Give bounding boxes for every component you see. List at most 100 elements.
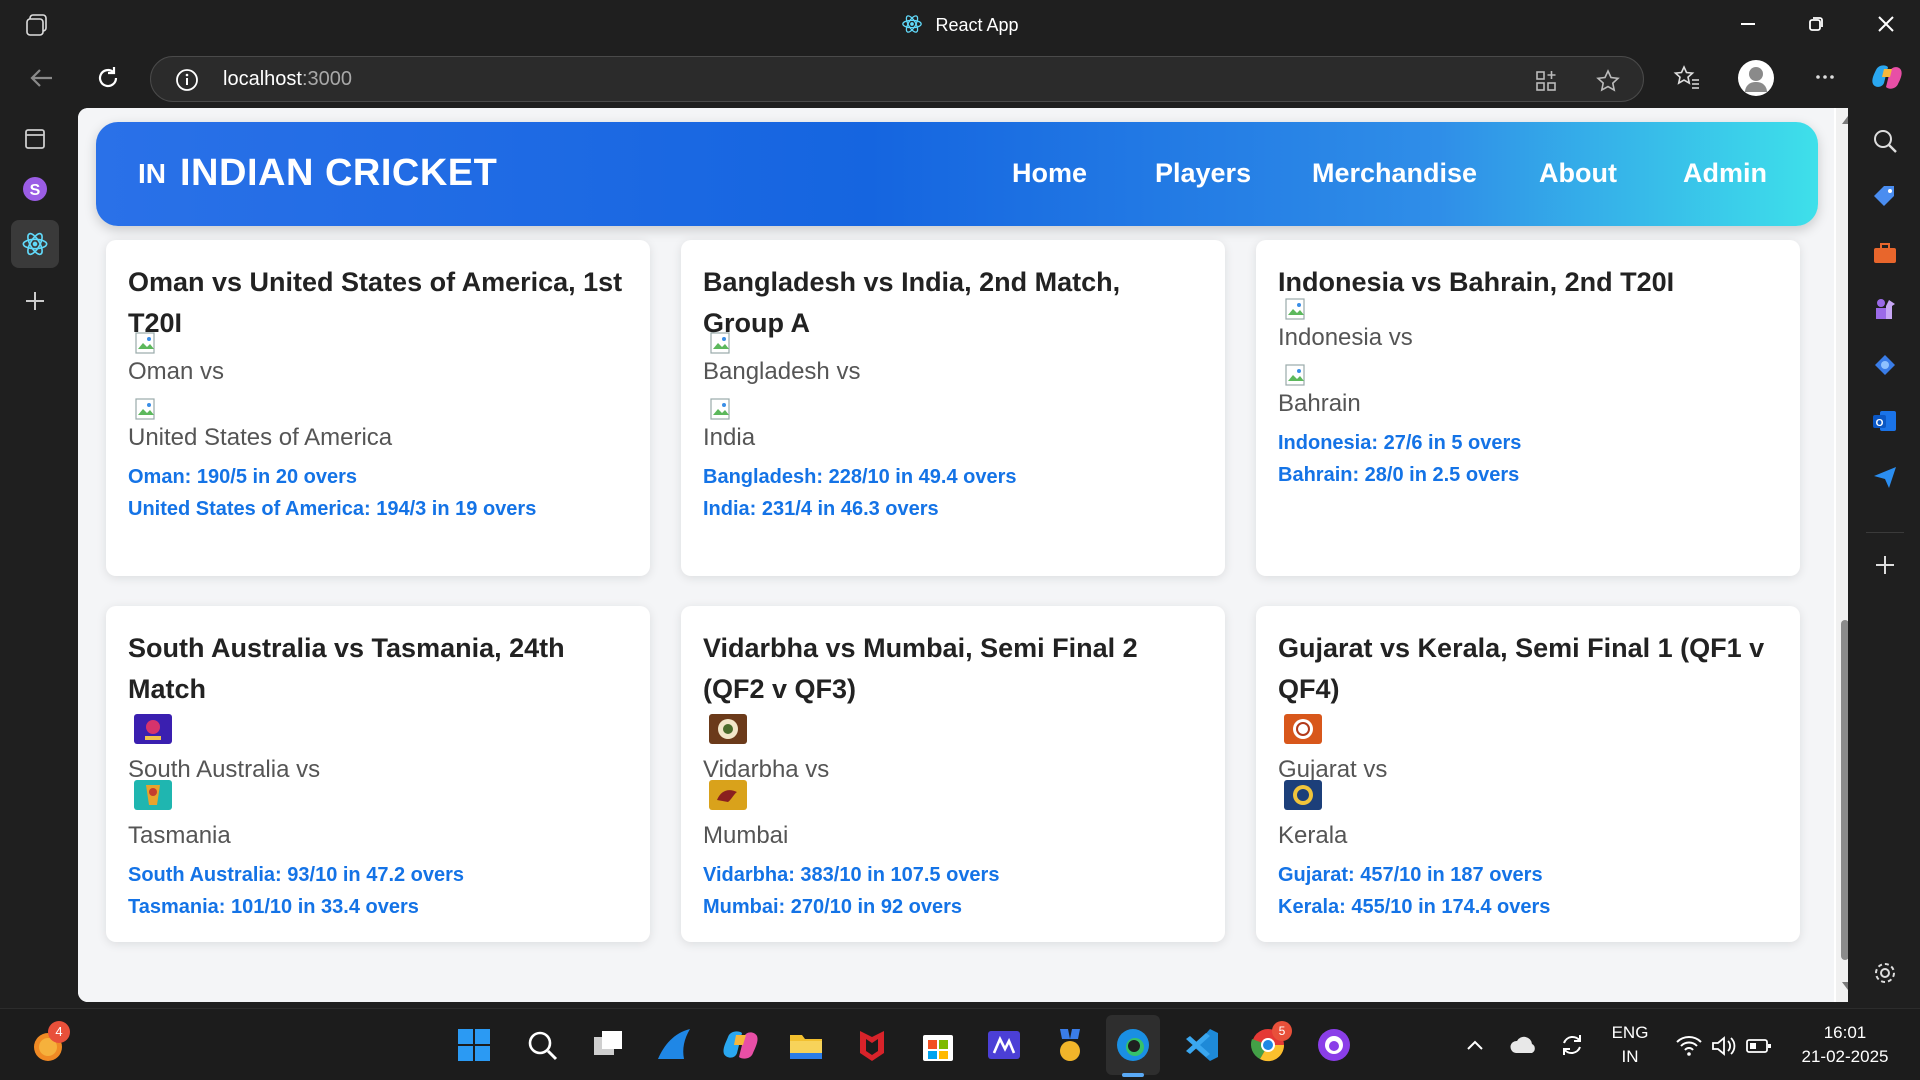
team-2-score: Mumbai: 270/10 in 92 overs [703,896,963,918]
github-icon[interactable] [1314,1025,1354,1065]
url-port: :3000 [301,68,352,90]
team-2-score: United States of America: 194/3 in 19 ov… [128,498,537,520]
site-info-icon[interactable] [175,68,199,92]
settings-gear-icon[interactable] [1870,958,1900,988]
broken-image-icon [1285,298,1305,320]
team-2-score: India: 231/4 in 46.3 overs [703,498,939,520]
restore-icon[interactable] [1802,10,1830,38]
team-2-score: Bahrain: 28/0 in 2.5 overs [1278,464,1520,486]
sync-icon[interactable] [1556,1029,1588,1061]
onedrive-cloud-icon[interactable] [1508,1029,1540,1061]
brand-flag: IN [138,158,166,189]
team-1-score: South Australia: 93/10 in 47.2 overs [128,864,465,886]
close-icon[interactable] [1872,10,1900,38]
broken-image-icon [710,398,730,420]
send-icon[interactable] [1870,462,1900,492]
app-m-icon[interactable] [984,1025,1024,1065]
games-chess-icon[interactable] [1870,294,1900,324]
team-2-score: Kerala: 455/10 in 174.4 overs [1278,896,1551,918]
window-title: React App [0,13,1920,36]
nav-players[interactable]: Players [1155,158,1251,189]
minimize-icon[interactable] [1734,10,1762,38]
match-card[interactable]: Indonesia vs Bahrain, 2nd T20I Indonesia… [1256,240,1800,576]
match-card[interactable]: Gujarat vs Kerala, Semi Final 1 (QF1 v Q… [1256,606,1800,942]
match-card[interactable]: Bangladesh vs India, 2nd Match, Group A … [681,240,1225,576]
edge-browser-icon[interactable] [1113,1025,1153,1065]
broken-image-icon [135,332,155,354]
refresh-icon[interactable] [92,62,124,94]
team-1-score: Oman: 190/5 in 20 overs [128,466,358,488]
broken-image-icon [710,332,730,354]
windows-taskbar: 4 5 ENG IN 16:01 21-02-2025 [0,1008,1920,1080]
wifi-icon[interactable] [1674,1031,1704,1061]
tasmania-logo [134,780,172,810]
add-sidebar-app-icon[interactable] [1870,550,1900,580]
address-bar[interactable]: localhost:3000 [150,56,1644,102]
site-brand[interactable]: IN INDIAN CRICKET [138,152,497,195]
team-1-score: Vidarbha: 383/10 in 107.5 overs [703,864,1000,886]
match-card[interactable]: Vidarbha vs Mumbai, Semi Final 2 (QF2 v … [681,606,1225,942]
tray-chevron-up-icon[interactable] [1460,1031,1490,1061]
team-2-name: Mumbai [703,822,789,849]
file-explorer-icon[interactable] [786,1025,826,1065]
favorites-icon[interactable] [1672,62,1702,92]
team-1-score: Indonesia: 27/6 in 5 overs [1278,432,1522,454]
shopping-tag-icon[interactable] [1870,182,1900,212]
more-menu-icon[interactable] [1810,62,1840,92]
microsoft-store-icon[interactable] [918,1025,958,1065]
outlook-icon[interactable]: O [1870,406,1900,436]
notification-badge: 4 [48,1021,70,1043]
language-indicator[interactable]: ENG IN [1600,1023,1660,1067]
language-region: IN [1621,1047,1639,1066]
gujarat-logo [1284,714,1322,744]
volume-icon[interactable] [1708,1031,1738,1061]
windows-start-icon[interactable] [454,1025,494,1065]
search-taskbar-icon[interactable] [522,1025,562,1065]
new-tab-icon[interactable] [18,284,52,318]
south-australia-logo [134,714,172,744]
match-title: Gujarat vs Kerala, Semi Final 1 (QF1 v Q… [1278,633,1765,704]
search-icon[interactable] [1870,126,1900,156]
tools-briefcase-icon[interactable] [1870,238,1900,268]
site-header: IN INDIAN CRICKET Home Players Merchandis… [96,122,1818,226]
back-icon[interactable] [26,62,58,94]
app-available-icon[interactable] [1533,68,1559,94]
vertical-tab-strip: S [0,108,70,1008]
sidebar-divider [1866,532,1904,533]
mcafee-icon[interactable] [852,1025,892,1065]
nav-about[interactable]: About [1539,158,1617,189]
svg-text:O: O [1876,418,1884,429]
copilot-sidebar-icon[interactable] [1870,350,1900,380]
fin-app-icon[interactable] [654,1025,694,1065]
clock-time: 16:01 [1823,1023,1867,1042]
nav-merchandise[interactable]: Merchandise [1312,158,1477,189]
sidebar-panel-icon[interactable] [18,122,52,156]
match-card[interactable]: South Australia vs Tasmania, 24th Match … [106,606,650,942]
react-icon [902,15,923,33]
match-title: South Australia vs Tasmania, 24th Match [128,633,565,704]
battery-icon[interactable] [1744,1031,1774,1061]
profile-avatar[interactable] [1738,60,1774,96]
team-1-name: Oman vs [128,358,225,385]
tab-s-icon[interactable]: S [18,172,52,206]
edge-sidebar: O [1848,108,1920,1008]
url-text[interactable]: localhost:3000 [223,68,352,91]
clock-date: 21-02-2025 [1801,1047,1889,1066]
copilot-taskbar-icon[interactable] [720,1025,760,1065]
vscode-icon[interactable] [1182,1025,1222,1065]
window-title-text: React App [935,15,1019,35]
kerala-logo [1284,780,1322,810]
favorite-star-icon[interactable] [1595,68,1621,94]
brand-name: INDIAN CRICKET [180,152,498,194]
task-view-icon[interactable] [588,1025,628,1065]
react-tab-icon [22,232,48,256]
tab-react-app[interactable] [11,220,59,268]
clock[interactable]: 16:01 21-02-2025 [1790,1023,1900,1067]
nav-home[interactable]: Home [1012,158,1087,189]
copilot-icon[interactable] [1870,60,1904,94]
team-2-name: Bahrain [1278,390,1361,417]
medal-icon[interactable] [1050,1025,1090,1065]
broken-image-icon [1285,364,1305,386]
match-card[interactable]: Oman vs United States of America, 1st T2… [106,240,650,576]
nav-admin[interactable]: Admin [1683,158,1767,189]
